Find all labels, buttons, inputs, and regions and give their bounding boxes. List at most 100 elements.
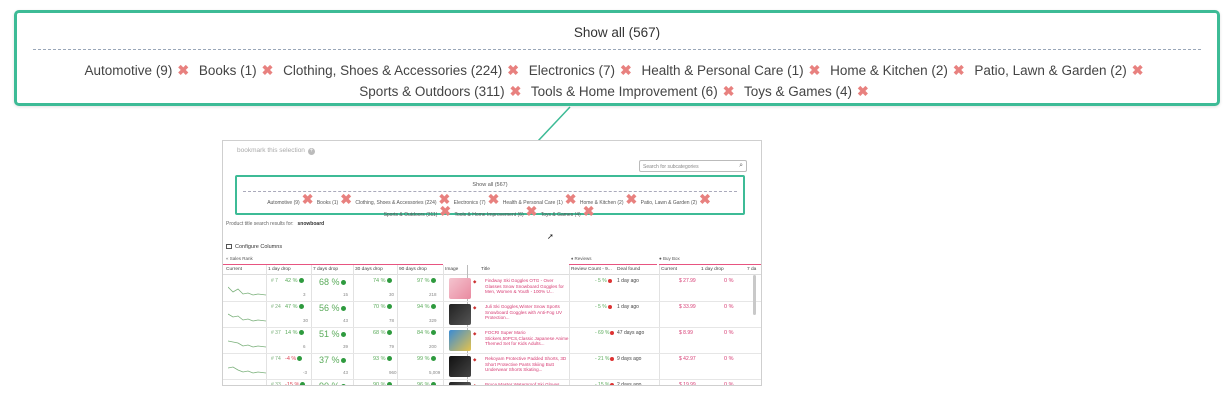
col-bb-current[interactable]: Current	[661, 267, 677, 272]
subcategory-search-input[interactable]: Search for subcategories ⌕	[639, 160, 747, 172]
category-chip-label[interactable]: Tools & Home Improvement (6)	[531, 84, 718, 99]
review-change: - 21 %	[595, 356, 615, 362]
product-image[interactable]	[449, 304, 471, 325]
table-row[interactable]: # 33 -15 % 90 % 90 % 96 % ◆ Bruce Master…	[223, 380, 761, 385]
category-chip[interactable]: Toys & Games (4) ✖	[541, 204, 597, 218]
product-image[interactable]	[449, 278, 471, 299]
category-chip-label[interactable]: Books (1)	[317, 200, 338, 206]
category-chip[interactable]: Tools & Home Improvement (6) ✖	[531, 83, 741, 99]
col-title[interactable]: Title	[481, 267, 490, 272]
category-chip-label[interactable]: Health & Personal Care (1)	[642, 63, 804, 78]
col-review-count[interactable]: Review Count - 9...	[571, 267, 612, 272]
category-chip[interactable]: Sports & Outdoors (311) ✖	[359, 83, 527, 99]
category-chip-label[interactable]: Tools & Home Improvement (6)	[454, 212, 523, 218]
remove-category-icon[interactable]: ✖	[302, 191, 314, 207]
category-chip[interactable]: Books (1) ✖	[317, 192, 354, 206]
category-chip-label[interactable]: Books (1)	[199, 63, 257, 78]
category-chip[interactable]: Health & Personal Care (1) ✖	[642, 62, 827, 78]
product-title-link[interactable]: Rekoyam Protective Padded Shorts, 3D Sho…	[485, 356, 569, 373]
up-arrow-icon	[430, 278, 436, 284]
remove-category-icon[interactable]: ✖	[953, 62, 965, 78]
drop-1day: 47 %	[285, 304, 304, 310]
category-chip-label[interactable]: Sports & Outdoors (311)	[384, 212, 438, 218]
category-chip[interactable]: Books (1) ✖	[199, 62, 280, 78]
table-row[interactable]: # 37 14 % 51 % 68 % 84 % 6 39 79 200 ◆ F…	[223, 328, 761, 354]
search-result-line: Product title search results for: snowboa…	[226, 221, 325, 227]
product-title-link[interactable]: Juli Ski Goggles,Winter Snow Sports Snow…	[485, 304, 569, 321]
category-chip-label[interactable]: Electronics (7)	[454, 200, 486, 206]
category-chip-label[interactable]: Clothing, Shoes & Accessories (224)	[283, 63, 502, 78]
product-title-link[interactable]: Findway Ski Goggles OTG - Over Glasses S…	[485, 278, 569, 295]
col-image[interactable]: Image	[445, 267, 458, 272]
remove-category-icon[interactable]: ✖	[583, 203, 595, 219]
search-term: snowboard	[297, 221, 325, 227]
remove-category-icon[interactable]: ✖	[526, 203, 538, 219]
remove-category-icon[interactable]: ✖	[565, 191, 577, 207]
deal-found-value: 1 day ago	[617, 304, 639, 310]
product-title-link[interactable]: Bruce Master Waterproof Ski Gloves	[485, 382, 569, 385]
remove-category-icon[interactable]: ✖	[340, 191, 352, 207]
remove-category-icon[interactable]: ✖	[626, 191, 638, 207]
col-bb-7days[interactable]: 7 da	[747, 267, 756, 272]
product-image[interactable]	[449, 382, 471, 385]
category-chip[interactable]: Health & Personal Care (1) ✖	[503, 192, 579, 206]
up-arrow-icon	[386, 304, 392, 310]
category-chip[interactable]: Automotive (9) ✖	[267, 192, 315, 206]
category-chip-label[interactable]: Sports & Outdoors (311)	[359, 84, 504, 99]
drop-end-sub: 200	[429, 344, 437, 349]
remove-category-icon[interactable]: ✖	[262, 62, 274, 78]
remove-category-icon[interactable]: ✖	[699, 191, 711, 207]
up-arrow-icon	[340, 358, 346, 364]
configure-columns-button[interactable]: Configure Columns	[226, 244, 282, 250]
category-chip-label[interactable]: Toys & Games (4)	[541, 212, 581, 218]
col-current[interactable]: Current	[226, 267, 242, 272]
col-deal-found[interactable]: Deal found	[617, 267, 640, 272]
col-30days-drop[interactable]: 30 days drop	[355, 267, 383, 272]
category-chip[interactable]: Sports & Outdoors (311) ✖	[384, 204, 454, 218]
table-row[interactable]: # 7 42 % 68 % 74 % 97 % 3 15 30 218 ◆ Fi…	[223, 276, 761, 302]
product-title-link[interactable]: FOCRI Super Mario Stickers,50PCS,Classic…	[485, 330, 569, 347]
col-1day-drop[interactable]: 1 day drop	[268, 267, 291, 272]
remove-category-icon[interactable]: ✖	[510, 83, 522, 99]
remove-category-icon[interactable]: ✖	[507, 62, 519, 78]
table-row[interactable]: # 24 47 % 56 % 70 % 94 % 30 43 78 329 ◆ …	[223, 302, 761, 328]
category-chip[interactable]: Tools & Home Improvement (6) ✖	[454, 204, 539, 218]
category-chip-label[interactable]: Patio, Lawn & Garden (2)	[641, 200, 697, 206]
category-chip-label[interactable]: Automotive (9)	[85, 63, 173, 78]
category-chip-label[interactable]: Clothing, Shoes & Accessories (224)	[355, 200, 436, 206]
category-chip-label[interactable]: Home & Kitchen (2)	[830, 63, 948, 78]
product-image[interactable]	[449, 330, 471, 351]
remove-category-icon[interactable]: ✖	[177, 62, 189, 78]
category-chip[interactable]: Patio, Lawn & Garden (2) ✖	[641, 192, 713, 206]
table-scrollbar[interactable]	[753, 275, 756, 315]
sales-rank-sparkline	[228, 286, 266, 296]
remove-category-icon[interactable]: ✖	[809, 62, 821, 78]
category-chip-label[interactable]: Electronics (7)	[529, 63, 615, 78]
remove-category-icon[interactable]: ✖	[439, 203, 451, 219]
category-chip[interactable]: Clothing, Shoes & Accessories (224) ✖	[355, 192, 452, 206]
category-chip[interactable]: Automotive (9) ✖	[85, 62, 196, 78]
category-chip[interactable]: Electronics (7) ✖	[454, 192, 502, 206]
table-row[interactable]: # 74 -4 % 37 % 93 % 99 % -3 43 960 5,009…	[223, 354, 761, 380]
product-image[interactable]	[449, 356, 471, 377]
category-chip-label[interactable]: Patio, Lawn & Garden (2)	[974, 63, 1126, 78]
category-chip-label[interactable]: Automotive (9)	[267, 200, 300, 206]
mini-show-all-link[interactable]: Show all (567)	[237, 182, 743, 188]
category-chip[interactable]: Patio, Lawn & Garden (2) ✖	[974, 62, 1149, 78]
remove-category-icon[interactable]: ✖	[723, 83, 735, 99]
remove-category-icon[interactable]: ✖	[857, 83, 869, 99]
category-chip[interactable]: Clothing, Shoes & Accessories (224) ✖	[283, 62, 525, 78]
show-all-link[interactable]: Show all (567)	[17, 25, 1217, 40]
remove-category-icon[interactable]: ✖	[1132, 62, 1144, 78]
category-chip[interactable]: Toys & Games (4) ✖	[744, 83, 875, 99]
category-chip[interactable]: Electronics (7) ✖	[529, 62, 638, 78]
up-arrow-icon	[430, 304, 436, 310]
col-bb-1day[interactable]: 1 day drop	[701, 267, 724, 272]
col-90days-drop[interactable]: 90 days drop	[399, 267, 427, 272]
category-chip[interactable]: Home & Kitchen (2) ✖	[830, 62, 971, 78]
bookmark-selection-link[interactable]: bookmark this selection +	[237, 147, 315, 155]
remove-category-icon[interactable]: ✖	[620, 62, 632, 78]
col-7days-drop[interactable]: 7 days drop	[313, 267, 338, 272]
remove-category-icon[interactable]: ✖	[488, 191, 500, 207]
category-chip-label[interactable]: Toys & Games (4)	[744, 84, 852, 99]
